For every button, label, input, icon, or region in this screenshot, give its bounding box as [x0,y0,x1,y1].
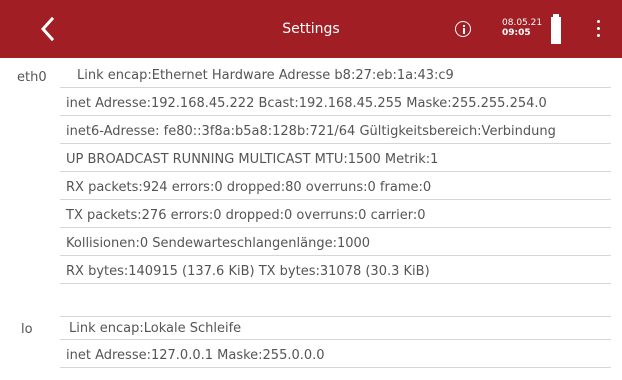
info-line: RX bytes:140915 (137.6 KiB) TX bytes:310… [60,260,611,284]
info-line: Link encap:Lokale Schleife [60,316,611,340]
interface-name: lo [21,322,33,337]
info-line: Link encap:Ethernet Hardware Adresse b8:… [60,64,611,88]
chevron-left-icon [40,16,55,42]
info-line: inet6-Adresse: fe80::3f8a:b5a8:128b:721/… [60,120,611,144]
info-line: inet Adresse:127.0.0.1 Maske:255.0.0.0 [60,344,611,368]
info-line: inet Adresse:192.168.45.222 Bcast:192.16… [60,92,611,116]
time-label: 09:05 [502,28,531,38]
back-button[interactable] [34,14,62,44]
more-vert-icon-dot [597,27,600,30]
info-icon [462,25,465,27]
battery-fill [551,17,561,44]
date-time: 08.05.21 09:05 [502,18,542,38]
info-button[interactable] [455,21,471,37]
app-header: Settings 08.05.21 09:05 [0,0,622,58]
info-line: RX packets:924 errors:0 dropped:80 overr… [60,176,611,200]
date-label: 08.05.21 [502,18,543,28]
interface-list: eth0 Link encap:Ethernet Hardware Adress… [0,58,622,380]
more-vert-icon-dot [597,34,600,37]
more-vert-icon [597,20,600,23]
info-line: TX packets:276 errors:0 dropped:0 overru… [60,204,611,228]
more-menu-button[interactable] [595,20,603,38]
info-icon-stem [462,28,465,34]
info-line: Kollisionen:0 Sendewarteschlangenlänge:1… [60,232,611,256]
interface-name: eth0 [17,70,47,85]
info-line: UP BROADCAST RUNNING MULTICAST MTU:1500 … [60,148,611,172]
battery-icon [551,14,561,44]
